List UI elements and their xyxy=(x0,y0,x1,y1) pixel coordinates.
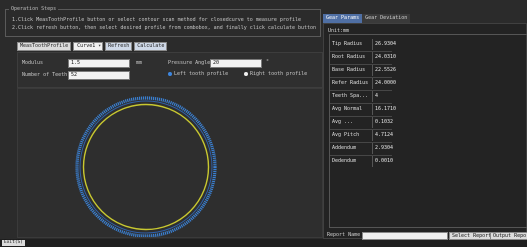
gear-params-panel: Unit:mm Tip Radius 26.9304 Root Radius 2… xyxy=(323,23,527,240)
radio-right-label: Right tooth profile xyxy=(250,71,308,77)
row-label: Addendum xyxy=(332,145,357,151)
calculate-button[interactable]: Calculate xyxy=(134,42,168,51)
select-report-button[interactable]: Select Report xyxy=(449,232,495,240)
row-value: 4 xyxy=(372,91,378,102)
refresh-button[interactable]: Refresh xyxy=(105,42,133,51)
row-value: 4.7124 xyxy=(372,130,393,141)
module-unit: mm xyxy=(136,60,143,66)
instructions-title: Operation Steps xyxy=(9,6,59,12)
radio-left-label: Left tooth profile xyxy=(174,71,229,77)
parameter-panel: Modulus 1.5 mm Pressure Angle 20 ° Numbe… xyxy=(17,52,323,88)
radio-right-profile[interactable]: Right tooth profile xyxy=(244,71,307,77)
chevron-down-icon: ▾ xyxy=(98,43,102,49)
instruction-line-1: 1.Click MeasToothProfile button or selec… xyxy=(12,17,301,23)
params-table: Tip Radius 26.9304 Root Radius 24.0310 B… xyxy=(329,34,527,228)
row-value: 16.1710 xyxy=(372,104,396,115)
row-value: 24.0310 xyxy=(372,52,396,63)
row-label: Avg Normal xyxy=(332,106,363,112)
row-label: Refer Radius xyxy=(332,80,369,86)
row-label: Tip Radius xyxy=(332,41,363,47)
profile-combobox-value: Curve1 xyxy=(77,43,96,49)
right-tabbar: Gear Params Gear Deviation xyxy=(323,14,411,23)
output-report-button[interactable]: Output Report xyxy=(490,232,527,240)
report-name-label: Report Name xyxy=(327,232,361,238)
row-label: Base Radius xyxy=(332,67,366,73)
radio-selected-icon xyxy=(168,71,172,76)
profile-combobox[interactable]: Curve1 ▾ xyxy=(73,42,104,51)
row-value: 2.9304 xyxy=(372,143,393,154)
module-input[interactable]: 1.5 xyxy=(68,59,130,68)
teeth-input[interactable]: 52 xyxy=(68,71,130,80)
row-label: Avg Pitch xyxy=(332,132,360,138)
gear-mid-ring xyxy=(79,100,213,234)
row-label: Avg ... xyxy=(332,119,354,125)
row-value: 22.5526 xyxy=(372,65,396,76)
instructions-group: Operation Steps 1.Click MeasToothProfile… xyxy=(5,6,321,37)
status-bar: Exit(S) xyxy=(0,239,527,247)
row-value: 0.0010 xyxy=(372,156,393,167)
report-name-input[interactable] xyxy=(362,232,448,240)
instruction-line-2: 2.Click refresh button, then select desi… xyxy=(12,25,317,31)
radio-left-profile[interactable]: Left tooth profile xyxy=(168,71,228,77)
pressure-angle-input[interactable]: 20 xyxy=(210,59,262,68)
gear-inner-ring xyxy=(82,103,210,231)
radio-unselected-icon xyxy=(244,71,248,76)
pressure-angle-unit: ° xyxy=(266,59,270,65)
row-value: 0.1032 xyxy=(372,117,393,128)
exit-button[interactable]: Exit(S) xyxy=(2,240,25,246)
row-value: 24.0000 xyxy=(372,78,396,89)
measure-toolbar: MeasToothProfile Curve1 ▾ Refresh Calcul… xyxy=(17,42,168,51)
tab-gear-deviation[interactable]: Gear Deviation xyxy=(362,14,411,23)
tab-gear-params[interactable]: Gear Params xyxy=(323,14,363,23)
measure-tooth-profile-button[interactable]: MeasToothProfile xyxy=(17,42,72,51)
row-label: Root Radius xyxy=(332,54,366,60)
pressure-angle-label: Pressure Angle xyxy=(168,60,211,66)
module-label: Modulus xyxy=(22,60,44,66)
row-label: Dedendum xyxy=(332,158,357,164)
teeth-label: Number of Teeth xyxy=(22,72,68,78)
profile-canvas[interactable] xyxy=(17,88,323,238)
row-value: 26.9304 xyxy=(372,39,396,50)
row-label: Teeth Spa... xyxy=(332,93,369,99)
gear-outer-ring xyxy=(75,96,217,238)
gear-profile-view xyxy=(75,96,217,238)
